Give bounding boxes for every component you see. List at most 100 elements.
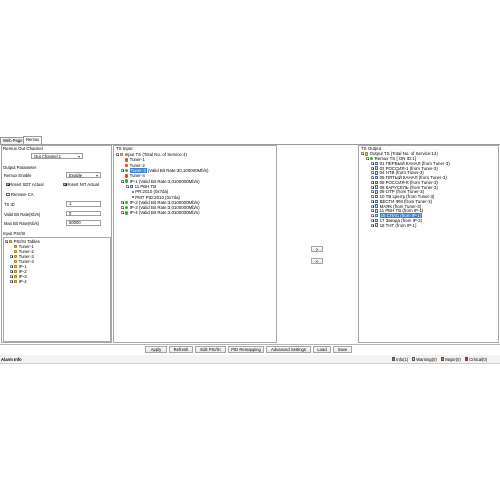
expand-icon[interactable]: [121, 169, 124, 173]
expand-icon[interactable]: [371, 214, 374, 218]
max-bitrate-input[interactable]: 50000: [66, 220, 101, 226]
tab-web-page[interactable]: Web Page: [0, 137, 26, 144]
insert-sdt-label: Insert SDT Actual: [11, 182, 44, 187]
tree-item-ip-4[interactable]: IP-4 (Valid Bit Rate:3,0100000Mb/s): [116, 210, 209, 215]
tab-remux[interactable]: Remux: [23, 136, 43, 144]
remux-enable-value: Enable: [69, 173, 83, 178]
tv-icon: [375, 199, 379, 204]
insert-sdt-checkbox[interactable]: [6, 182, 10, 186]
out-channel-title: Remux Out Channel: [3, 146, 43, 151]
tuner-icon: [125, 168, 129, 173]
collapse-icon[interactable]: [5, 240, 8, 243]
tv-icon: [375, 161, 379, 166]
pid-remapping-button[interactable]: PID Remapping: [228, 346, 264, 353]
folder-icon: [14, 259, 18, 264]
advanced-settings-button[interactable]: Advanced Settings: [266, 346, 311, 353]
ts-id-input[interactable]: 1: [66, 201, 101, 207]
tab-bar: Web Page Remux: [0, 136, 500, 145]
folder-icon: [120, 152, 124, 157]
chevron-down-icon: [96, 175, 98, 177]
expand-icon[interactable]: [10, 265, 13, 268]
tree-item-service[interactable]: 18 ТНТ (from IP-1): [361, 223, 450, 228]
expand-icon[interactable]: [10, 280, 13, 283]
add-to-output-button[interactable]: >: [311, 246, 323, 252]
load-button[interactable]: Load: [313, 346, 331, 353]
folder-icon: [14, 244, 18, 249]
expand-icon[interactable]: [371, 218, 374, 222]
expand-icon[interactable]: [10, 275, 13, 278]
ts-input-title: TS Input: [116, 146, 133, 151]
tree-item-ip-4[interactable]: IP-4: [5, 279, 40, 284]
expand-icon[interactable]: [371, 195, 374, 199]
collapse-icon[interactable]: [366, 157, 369, 161]
apply-button[interactable]: Apply: [145, 346, 167, 353]
ts-icon: [370, 156, 374, 161]
expand-icon[interactable]: [371, 176, 374, 180]
refresh-button[interactable]: Refresh: [169, 346, 193, 353]
input-psisi-title: Input PSI/SI: [3, 231, 26, 236]
psisi-tree-box: PSI/SI Tables Tuner-1 Tuner-2 Tuner-3 Tu…: [3, 237, 111, 342]
alarm-warning-filter[interactable]: Warning(0): [412, 357, 437, 362]
expand-icon[interactable]: [371, 199, 374, 203]
tv-icon: [375, 180, 379, 185]
tv-icon: [375, 185, 379, 189]
expand-icon[interactable]: [371, 180, 374, 184]
remux-settings-panel: Remux Out Channel Out Channel 1 Output P…: [1, 145, 112, 343]
alarm-critical-filter[interactable]: Critical(0): [465, 357, 487, 362]
critical-count: Critical(0): [469, 356, 488, 362]
valid-bitrate-label: Valid Bit Rate(Kb/s): [4, 211, 41, 217]
tree-item-label: IP-4: [18, 279, 27, 284]
collapse-icon[interactable]: [121, 179, 124, 183]
expand-icon[interactable]: [371, 166, 374, 170]
tv-icon: [375, 190, 379, 194]
remove-ca-checkbox[interactable]: [6, 192, 10, 196]
tv-icon: [375, 166, 379, 170]
tv-icon: [375, 204, 379, 208]
expand-icon[interactable]: [121, 211, 124, 215]
expand-icon[interactable]: [371, 190, 374, 194]
tv-icon: [375, 171, 379, 175]
expand-icon[interactable]: [10, 255, 13, 258]
expand-icon[interactable]: [371, 171, 374, 175]
folder-icon: [9, 239, 13, 244]
alarm-info-filter[interactable]: Info(1): [392, 357, 408, 362]
max-bitrate-label: Max Bit Rate(Kb/s): [4, 221, 40, 226]
expand-icon[interactable]: [371, 161, 374, 165]
insert-nit-checkbox[interactable]: [63, 182, 67, 186]
save-button[interactable]: Save: [333, 346, 352, 353]
ts-input-tree: Input TS (Total No. of Service:4) Tuner-…: [116, 152, 209, 216]
edit-psisi-button[interactable]: Edit PSI/SI: [195, 346, 226, 353]
expand-icon[interactable]: [121, 206, 124, 210]
tuner-icon: [125, 163, 129, 167]
expand-icon[interactable]: [121, 200, 124, 204]
folder-icon: [14, 254, 18, 259]
collapse-icon[interactable]: [361, 152, 364, 156]
ts-id-label: TS ID: [4, 202, 15, 207]
alarm-major-filter[interactable]: Major(0): [441, 357, 461, 362]
remux-enable-select[interactable]: Enable: [66, 172, 101, 178]
output-parameter-title: Output Parameter: [3, 165, 37, 170]
expand-icon[interactable]: [371, 204, 374, 208]
warning-icon: [412, 357, 416, 361]
expand-icon[interactable]: [10, 270, 13, 273]
warning-count: Warning(0): [416, 356, 437, 362]
collapse-icon[interactable]: [116, 153, 119, 157]
tv-icon: [375, 175, 379, 180]
folder-icon: [14, 264, 18, 269]
divider: [0, 344, 500, 345]
expand-icon[interactable]: [371, 185, 374, 189]
ts-output-title: TS Output: [361, 146, 382, 151]
bullet-icon: [131, 190, 134, 193]
folder-icon: [14, 249, 18, 254]
folder-icon: [14, 269, 18, 274]
ip-icon: [125, 179, 129, 183]
out-channel-select[interactable]: Out Channel 1: [31, 153, 83, 159]
remove-from-output-button[interactable]: <: [311, 258, 323, 264]
bullet-icon: [131, 196, 134, 199]
expand-icon[interactable]: [371, 209, 374, 213]
valid-bitrate-input[interactable]: 0: [66, 210, 101, 216]
ts-input-panel: TS Input Input TS (Total No. of Service:…: [113, 145, 277, 343]
ts-output-tree: Output TS (Total No. of Service:14) Remu…: [361, 151, 450, 228]
expand-icon[interactable]: [371, 223, 374, 227]
collapse-icon[interactable]: [126, 184, 129, 188]
